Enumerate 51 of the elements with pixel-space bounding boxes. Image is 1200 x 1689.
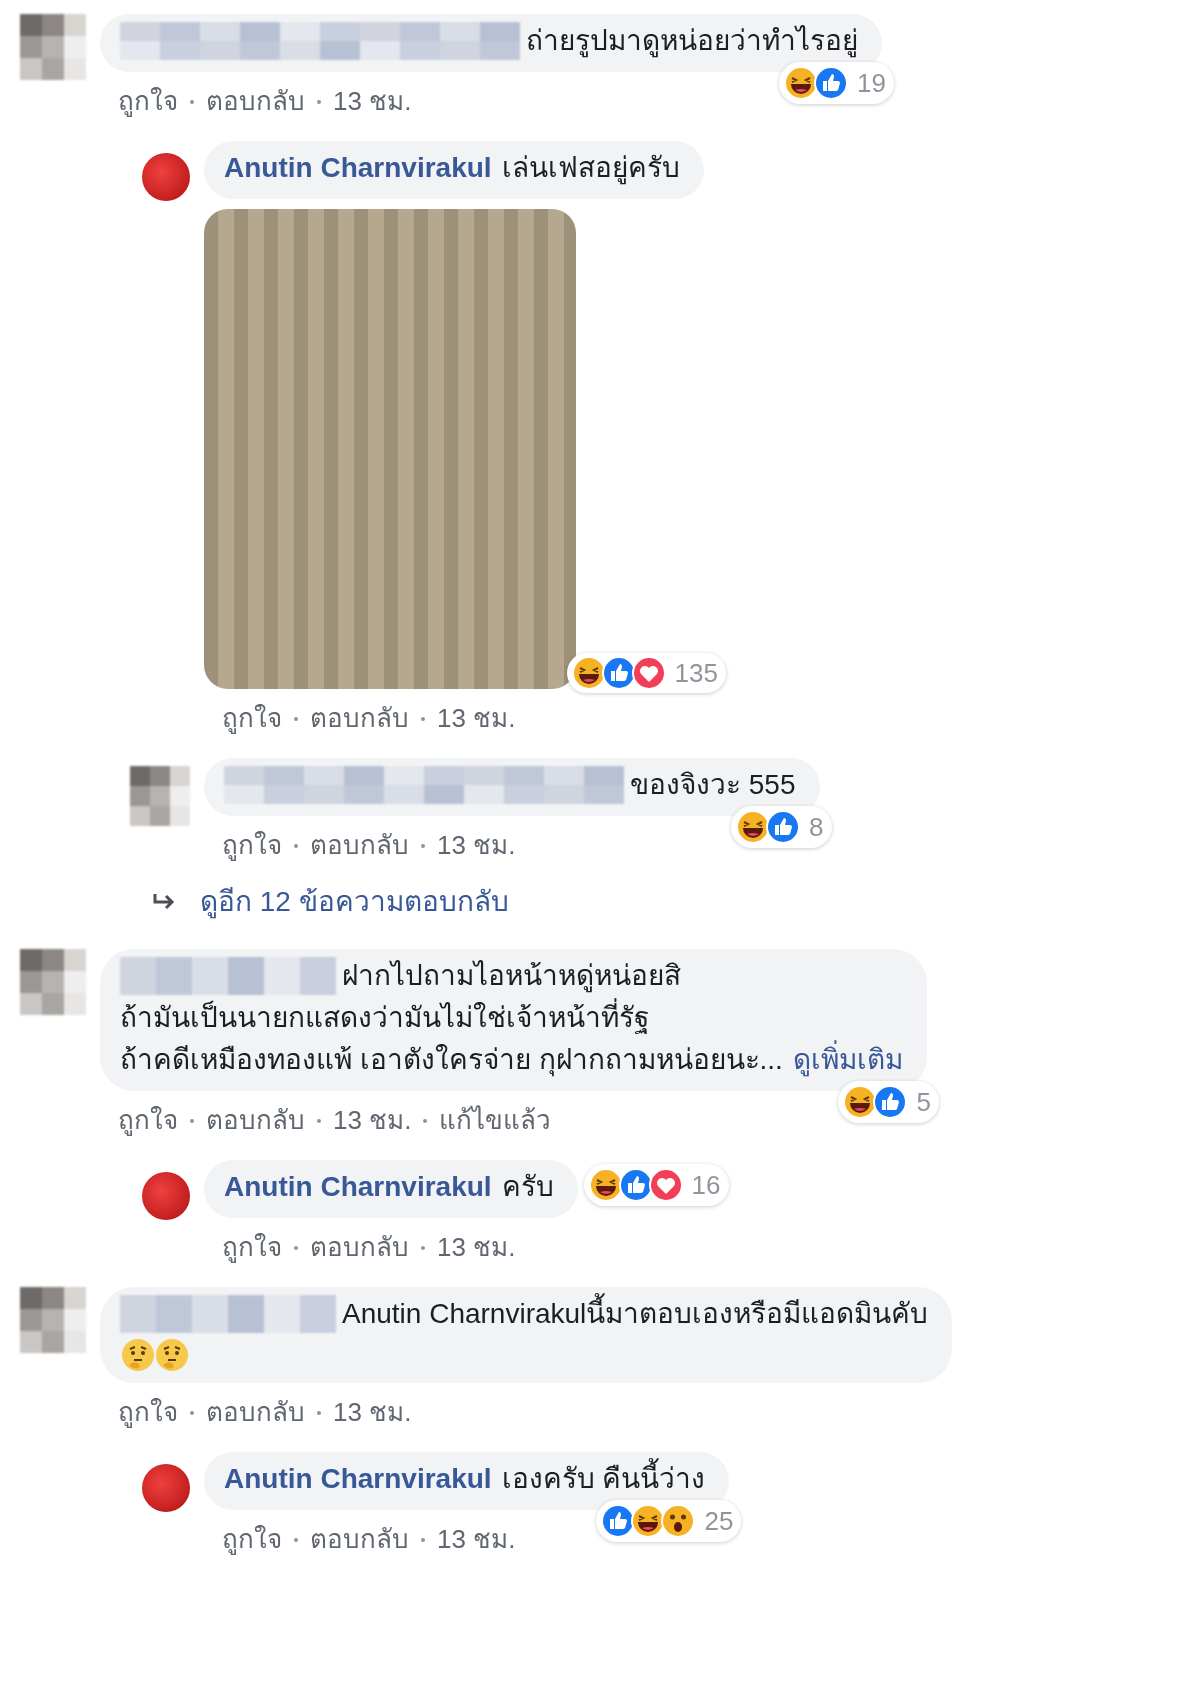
avatar-icon[interactable] <box>142 1464 190 1512</box>
comment-action-link[interactable]: ถูกใจ <box>118 82 178 121</box>
comment-text: เองครับ คืนนี้ว่าง <box>501 1458 706 1500</box>
comment-text: ถ่ายรูปมาดูหน่อยว่าทำไรอยู่ <box>526 24 858 60</box>
reaction-badge[interactable]: 5 <box>838 1081 939 1123</box>
comment-action-link[interactable]: แก้ไขแล้ว <box>439 1101 552 1140</box>
comment-action-link[interactable]: ถูกใจ <box>222 1228 282 1267</box>
comment-action-link[interactable]: ตอบกลับ <box>310 1228 409 1267</box>
blurred-avatar <box>20 1287 86 1353</box>
blurred-avatar <box>20 14 86 80</box>
blurred-avatar <box>20 949 86 1015</box>
reaction-badge[interactable]: 8 <box>731 806 832 848</box>
comment-action-link[interactable]: ถูกใจ <box>222 826 282 865</box>
comment-action-link[interactable]: 13 ชม. <box>437 699 516 738</box>
comment-action-link[interactable]: 13 ชม. <box>437 826 516 865</box>
view-more-replies-link[interactable]: ดูอีก 12 ข้อความตอบกลับ <box>200 881 509 923</box>
author-name[interactable]: Anutin Charnvirakul <box>224 1458 492 1500</box>
comment-action-link[interactable]: ถูกใจ <box>118 1393 178 1432</box>
reaction-badge[interactable]: 25 <box>596 1500 742 1542</box>
comment-text: ถ้าคดีเหมืองทองแพ้ เอาตังใครจ่าย กุฝากถามหน่อยนะ... <box>120 1043 783 1079</box>
comment-action-link[interactable]: ตอบกลับ <box>310 1520 409 1559</box>
comment-text: เล่นเฟสอยู่ครับ <box>501 151 680 187</box>
comment-action-link[interactable]: ตอบกลับ <box>310 699 409 738</box>
reaction-badge[interactable]: 135 <box>566 653 726 693</box>
comment-action-link[interactable]: ตอบกลับ <box>206 1101 305 1140</box>
comment-action-link[interactable]: 13 ชม. <box>333 82 412 121</box>
see-more-link[interactable]: ดูเพิ่มเติม <box>792 1039 903 1081</box>
thinking-face-icon <box>120 1337 156 1373</box>
author-name[interactable]: Anutin Charnvirakul <box>224 147 492 189</box>
comment-text: ครับ <box>501 1170 554 1204</box>
comment-action-link[interactable]: ถูกใจ <box>222 699 282 738</box>
comment-action-link[interactable]: ถูกใจ <box>222 1520 282 1559</box>
comment-action-link[interactable]: ตอบกลับ <box>206 82 305 121</box>
comment-action-link[interactable]: 13 ชม. <box>437 1520 516 1559</box>
author-name[interactable]: Anutin Charnvirakul <box>224 1166 492 1208</box>
avatar-icon[interactable] <box>142 153 190 201</box>
thinking-face-icon <box>154 1337 190 1373</box>
avatar-icon[interactable] <box>142 1172 190 1220</box>
comment-action-link[interactable]: ถูกใจ <box>118 1101 178 1140</box>
comment-text: ฝากไปถามไอหน้าหดู่หน่อยสิ <box>342 959 681 995</box>
reaction-badge[interactable]: 19 <box>779 62 894 104</box>
comment-text: Anutin Charnvirakulนี้มาตอบเองหรือมีแอดมินคับ <box>342 1293 929 1335</box>
comment-action-link[interactable]: 13 ชม. <box>333 1101 412 1140</box>
comment-action-link[interactable]: ตอบกลับ <box>206 1393 305 1432</box>
comment-action-link[interactable]: ตอบกลับ <box>310 826 409 865</box>
comment-action-link[interactable]: 13 ชม. <box>333 1393 412 1432</box>
comment-text: ของจิงวะ 555 <box>630 768 796 802</box>
comment-action-link[interactable]: 13 ชม. <box>437 1228 516 1267</box>
blurred-avatar <box>130 766 190 826</box>
reaction-badge[interactable]: 16 <box>583 1164 729 1206</box>
comment-text: ถ้ามันเป็นนายกแสดงว่ามันไม่ใช่เจ้าหน้าที่รัฐ <box>120 997 649 1039</box>
